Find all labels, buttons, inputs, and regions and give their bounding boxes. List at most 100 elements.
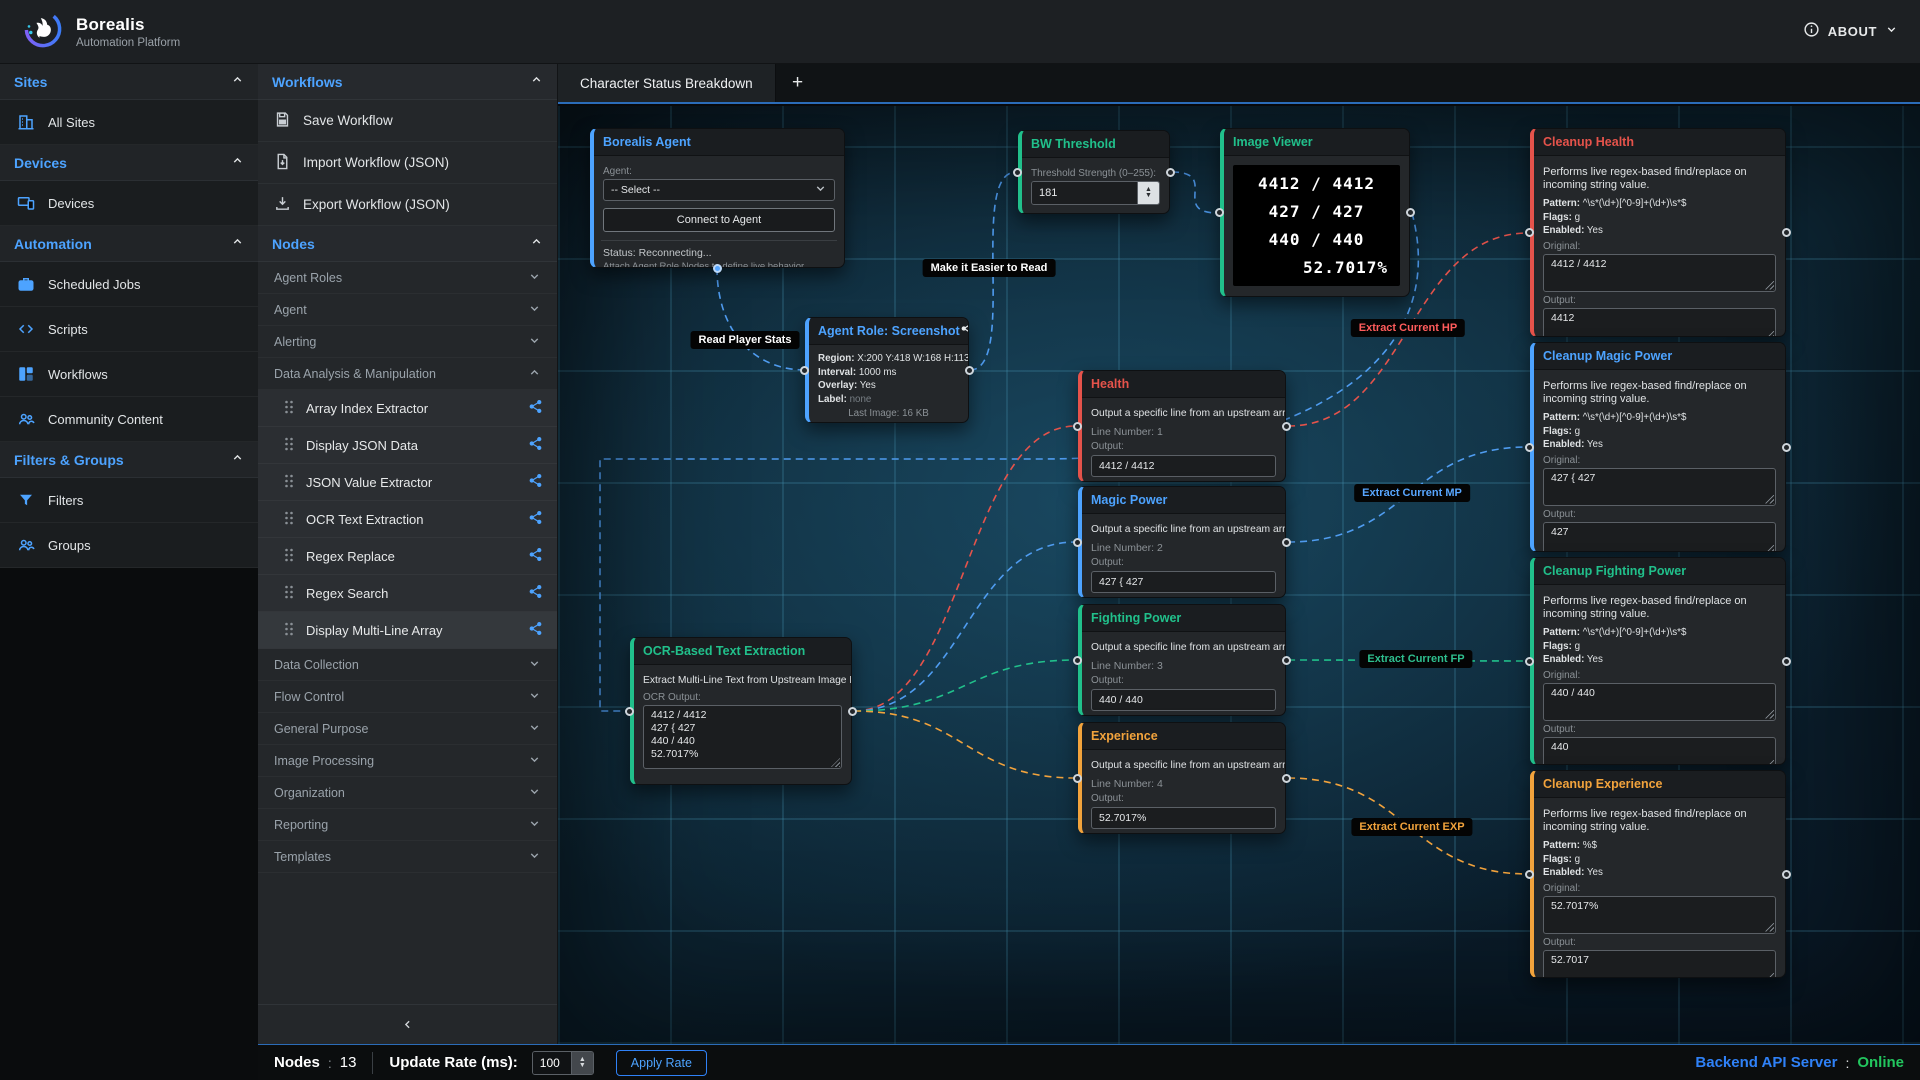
about-menu[interactable]: ABOUT (1803, 21, 1898, 43)
palette-node-ocr-text-extraction[interactable]: OCR Text Extraction (258, 501, 557, 538)
palette-node-regex-replace[interactable]: Regex Replace (258, 538, 557, 575)
stepper-buttons[interactable]: ▲▼ (571, 1052, 593, 1074)
add-to-canvas-icon[interactable] (528, 510, 543, 528)
cleanup-exp-original[interactable]: 52.7017% (1543, 896, 1776, 934)
port-left-cleanup-health[interactable] (1525, 228, 1534, 237)
port-right-experience[interactable] (1282, 774, 1291, 783)
save-workflow-button[interactable]: Save Workflow (258, 100, 557, 142)
node-borealis-agent[interactable]: Borealis AgentAgent:-- Select --Connect … (590, 128, 845, 268)
add-to-canvas-icon[interactable] (528, 473, 543, 491)
port-right-ocr-text-extraction[interactable] (848, 707, 857, 716)
node-experience[interactable]: ExperienceOutput a specific line from an… (1078, 722, 1286, 834)
sidebar-item-scripts[interactable]: Scripts (0, 307, 258, 352)
sidebar-section-automation[interactable]: Automation (0, 226, 258, 262)
port-right-agent-role-screenshot[interactable] (965, 366, 974, 375)
port-right-fighting-power[interactable] (1282, 656, 1291, 665)
cleanup-magic-output[interactable]: 427 (1543, 522, 1776, 553)
port-left-image-viewer[interactable] (1215, 208, 1224, 217)
node-category-alerting[interactable]: Alerting (258, 326, 557, 358)
cleanup-health-original[interactable]: 4412 / 4412 (1543, 254, 1776, 292)
node-category-templates[interactable]: Templates (258, 841, 557, 873)
cleanup-exp-output[interactable]: 52.7017 (1543, 950, 1776, 979)
node-category-data-analysis-manipulation[interactable]: Data Analysis & Manipulation (258, 358, 557, 390)
export-workflow-json-button[interactable]: Export Workflow (JSON) (258, 184, 557, 226)
sidebar-item-devices[interactable]: Devices (0, 181, 258, 226)
cleanup-fighting-output[interactable]: 440 (1543, 737, 1776, 766)
node-category-agent-roles[interactable]: Agent Roles (258, 262, 557, 294)
node-bw-threshold[interactable]: BW ThresholdThreshold Strength (0–255):1… (1018, 130, 1170, 214)
port-right-magic-power[interactable] (1282, 538, 1291, 547)
collapse-sidebar-button[interactable] (258, 1004, 557, 1044)
workflows-section-header[interactable]: Workflows (258, 64, 557, 100)
port-bottom-borealis-agent[interactable] (713, 264, 722, 273)
magic-output[interactable]: 427 { 427 (1091, 571, 1276, 593)
sidebar-item-scheduled-jobs[interactable]: Scheduled Jobs (0, 262, 258, 307)
node-ocr-text-extraction[interactable]: OCR-Based Text ExtractionExtract Multi-L… (630, 637, 852, 785)
node-cleanup-health[interactable]: Cleanup HealthPerforms live regex-based … (1530, 128, 1786, 337)
add-to-canvas-icon[interactable] (528, 399, 543, 417)
ocr-output-textarea[interactable]: 4412 / 4412427 { 427440 / 44052.7017% (643, 705, 842, 769)
sidebar-section-devices[interactable]: Devices (0, 145, 258, 181)
port-left-magic-power[interactable] (1073, 538, 1082, 547)
sidebar-item-workflows[interactable]: Workflows (0, 352, 258, 397)
port-left-health[interactable] (1073, 422, 1082, 431)
cleanup-health-output[interactable]: 4412 (1543, 308, 1776, 338)
node-category-flow-control[interactable]: Flow Control (258, 681, 557, 713)
node-magic-power[interactable]: Magic PowerOutput a specific line from a… (1078, 486, 1286, 598)
stepper-buttons[interactable]: ▲▼ (1137, 182, 1159, 204)
share-icon[interactable] (960, 321, 969, 341)
node-category-image-processing[interactable]: Image Processing (258, 745, 557, 777)
connect-agent-button[interactable]: Connect to Agent (603, 208, 835, 232)
port-left-cleanup-magic-power[interactable] (1525, 443, 1534, 452)
add-to-canvas-icon[interactable] (528, 436, 543, 454)
node-agent-role-screenshot[interactable]: Agent Role: ScreenshotRegion: X:200 Y:41… (805, 317, 969, 423)
node-category-reporting[interactable]: Reporting (258, 809, 557, 841)
node-cleanup-fighting-power[interactable]: Cleanup Fighting PowerPerforms live rege… (1530, 557, 1786, 765)
sidebar-section-sites[interactable]: Sites (0, 64, 258, 100)
fighting-output[interactable]: 440 / 440 (1091, 689, 1276, 711)
node-image-viewer[interactable]: Image Viewer4412 / 4412427 / 427440 / 44… (1220, 128, 1410, 297)
update-rate-input[interactable]: 100 ▲▼ (532, 1051, 594, 1075)
port-left-cleanup-experience[interactable] (1525, 870, 1534, 879)
sidebar-item-groups[interactable]: Groups (0, 523, 258, 568)
node-cleanup-magic-power[interactable]: Cleanup Magic PowerPerforms live regex-b… (1530, 342, 1786, 552)
palette-node-display-json-data[interactable]: Display JSON Data (258, 427, 557, 464)
add-to-canvas-icon[interactable] (528, 621, 543, 639)
cleanup-magic-original[interactable]: 427 { 427 (1543, 468, 1776, 506)
add-to-canvas-icon[interactable] (528, 584, 543, 602)
nodes-section-header[interactable]: Nodes (258, 226, 557, 262)
port-right-health[interactable] (1282, 422, 1291, 431)
node-category-data-collection[interactable]: Data Collection (258, 649, 557, 681)
node-category-general-purpose[interactable]: General Purpose (258, 713, 557, 745)
node-health[interactable]: HealthOutput a specific line from an ups… (1078, 370, 1286, 482)
node-category-agent[interactable]: Agent (258, 294, 557, 326)
port-left-ocr-text-extraction[interactable] (625, 707, 634, 716)
sidebar-item-all-sites[interactable]: All Sites (0, 100, 258, 145)
node-fighting-power[interactable]: Fighting PowerOutput a specific line fro… (1078, 604, 1286, 716)
node-cleanup-experience[interactable]: Cleanup ExperiencePerforms live regex-ba… (1530, 770, 1786, 978)
port-left-bw-threshold[interactable] (1013, 168, 1022, 177)
apply-rate-button[interactable]: Apply Rate (616, 1050, 707, 1076)
health-output[interactable]: 4412 / 4412 (1091, 455, 1276, 477)
tab-character-status-breakdown[interactable]: Character Status Breakdown (558, 64, 776, 102)
agent-select[interactable]: -- Select -- (603, 179, 835, 201)
palette-node-array-index-extractor[interactable]: Array Index Extractor (258, 390, 557, 427)
palette-node-json-value-extractor[interactable]: JSON Value Extractor (258, 464, 557, 501)
port-left-fighting-power[interactable] (1073, 656, 1082, 665)
sidebar-item-community-content[interactable]: Community Content (0, 397, 258, 442)
port-right-image-viewer[interactable] (1406, 208, 1415, 217)
palette-node-display-multi-line-array[interactable]: Display Multi-Line Array (258, 612, 557, 649)
palette-node-regex-search[interactable]: Regex Search (258, 575, 557, 612)
port-left-experience[interactable] (1073, 774, 1082, 783)
cleanup-fighting-original[interactable]: 440 / 440 (1543, 683, 1776, 721)
port-right-bw-threshold[interactable] (1166, 168, 1175, 177)
threshold-input[interactable]: 181▲▼ (1031, 181, 1160, 205)
port-right-cleanup-experience[interactable] (1782, 870, 1791, 879)
experience-output[interactable]: 52.7017% (1091, 807, 1276, 829)
port-right-cleanup-magic-power[interactable] (1782, 443, 1791, 452)
port-right-cleanup-fighting-power[interactable] (1782, 657, 1791, 666)
node-category-organization[interactable]: Organization (258, 777, 557, 809)
sidebar-item-filters[interactable]: Filters (0, 478, 258, 523)
workflow-canvas[interactable]: Borealis AgentAgent:-- Select --Connect … (558, 106, 1920, 1044)
port-left-cleanup-fighting-power[interactable] (1525, 657, 1534, 666)
